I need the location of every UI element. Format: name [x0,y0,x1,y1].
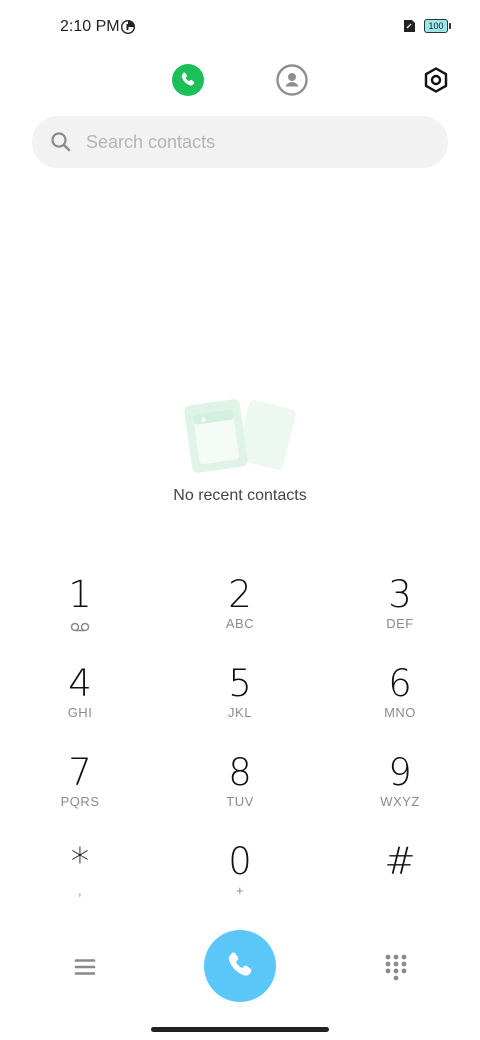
sim-card-icon [404,20,415,32]
key-letters: , [77,883,83,898]
key-8[interactable]: 8 TUV [180,750,300,830]
status-bar: 2:10 PM 100 [0,0,480,56]
key-digit: 6 [388,662,412,705]
status-time: 2:10 PM [60,18,120,35]
contacts-icon [276,64,308,96]
top-nav [0,62,480,102]
key-hash[interactable]: # [340,839,460,919]
data-saver-icon [121,20,135,34]
key-digit: 0 [228,840,252,883]
key-digit: 7 [68,751,92,794]
key-digit: 5 [228,662,252,705]
key-2[interactable]: 2 ABC [180,572,300,652]
key-1[interactable]: 1 [20,572,140,652]
voicemail-icon [70,622,90,632]
search-bar[interactable] [32,116,448,168]
home-indicator[interactable] [151,1027,329,1032]
key-letters: WXYZ [380,794,420,809]
settings-icon [424,67,448,93]
key-digit: * [70,840,90,883]
search-icon [51,132,71,152]
key-0[interactable]: 0 + [180,839,300,919]
key-digit: 8 [228,751,252,794]
key-digit: 1 [68,573,92,616]
empty-state-message: No recent contacts [173,487,307,504]
search-input[interactable] [84,130,408,154]
bottom-bar [0,928,480,1008]
key-5[interactable]: 5 JKL [180,661,300,741]
key-9[interactable]: 9 WXYZ [340,750,460,830]
key-digit: 4 [68,662,92,705]
tab-recents[interactable] [170,62,206,98]
key-letters: + [235,883,245,898]
key-letters: ABC [225,616,255,631]
key-6[interactable]: 6 MNO [340,661,460,741]
key-letters: JKL [228,705,252,720]
dialpad-icon[interactable] [382,952,410,982]
key-letters: PQRS [60,794,100,809]
key-letters: MNO [384,705,416,720]
key-3[interactable]: 3 DEF [340,572,460,652]
status-right-icons: 100 [402,19,451,33]
call-button[interactable] [204,930,276,1002]
key-letters: DEF [386,616,414,631]
key-letters: GHI [67,705,93,720]
empty-contacts-illustration [184,399,296,473]
key-7[interactable]: 7 PQRS [20,750,140,830]
settings-button[interactable] [418,62,454,98]
tab-contacts[interactable] [274,62,310,98]
battery-icon: 100 [424,19,451,33]
key-digit: 2 [228,573,252,616]
key-digit: # [384,840,416,883]
key-digit: 9 [388,751,412,794]
key-star[interactable]: * , [20,839,140,919]
menu-icon[interactable] [70,952,100,982]
key-letters: TUV [226,794,254,809]
key-digit: 3 [388,573,412,616]
phone-icon [172,64,204,96]
phone-icon [228,952,252,976]
key-4[interactable]: 4 GHI [20,661,140,741]
dialer-screen: 2:10 PM 100 Search contacts No recent co… [0,0,480,1040]
